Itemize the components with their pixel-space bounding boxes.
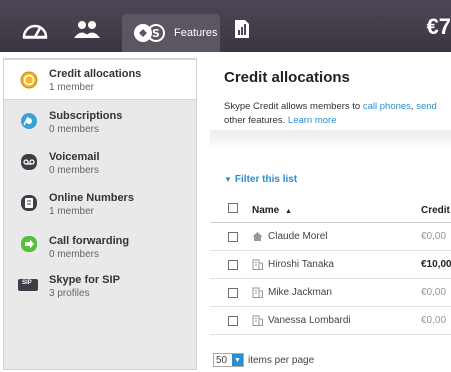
building-icon bbox=[252, 287, 263, 298]
row-checkbox[interactable] bbox=[228, 316, 238, 326]
filter-toggle[interactable]: ▼ Filter this list bbox=[224, 174, 297, 185]
row-checkbox[interactable] bbox=[228, 260, 238, 270]
subscriptions-icon bbox=[21, 112, 37, 129]
member-credit: €0,00 bbox=[421, 315, 447, 326]
sidebar-item-subtitle: 1 member bbox=[49, 82, 95, 93]
dashboard-nav-button[interactable] bbox=[20, 12, 50, 46]
member-credit: €0,00 bbox=[421, 231, 447, 242]
credit-column-header[interactable]: Credit bbox=[421, 205, 450, 216]
reports-icon bbox=[235, 20, 249, 38]
sort-ascending-icon: ▲ bbox=[285, 208, 292, 215]
page-title: Credit allocations bbox=[224, 69, 350, 86]
sidebar-item-subtitle: 1 member bbox=[49, 206, 95, 217]
table-row[interactable]: Hiroshi Tanaka €10,00 bbox=[210, 251, 451, 279]
sidebar-item-call-forwarding[interactable]: Call forwarding 0 members bbox=[4, 223, 196, 264]
building-icon bbox=[252, 259, 263, 270]
table-header-row: Name ▲ Credit bbox=[210, 197, 451, 223]
sidebar-item-subtitle: 0 members bbox=[49, 249, 100, 260]
building-icon bbox=[252, 315, 263, 326]
description-text-line2: other features. bbox=[224, 115, 288, 126]
home-icon bbox=[252, 232, 263, 241]
people-icon bbox=[74, 21, 100, 38]
sidebar-item-title: Subscriptions bbox=[49, 110, 123, 122]
features-nav-tab[interactable]: S Features bbox=[122, 14, 220, 52]
sidebar-item-title: Credit allocations bbox=[49, 68, 142, 80]
member-credit: €0,00 bbox=[421, 287, 447, 298]
learn-more-link[interactable]: Learn more bbox=[288, 115, 337, 126]
voicemail-icon bbox=[21, 153, 37, 170]
description-text: Skype Credit allows members to bbox=[224, 101, 363, 112]
description-divider bbox=[210, 130, 451, 150]
items-per-page-select[interactable]: 50 ▼ bbox=[213, 353, 244, 367]
sidebar-item-subscriptions[interactable]: Subscriptions 0 members bbox=[4, 100, 196, 141]
sidebar-item-subtitle: 0 members bbox=[49, 165, 100, 176]
member-name: Hiroshi Tanaka bbox=[268, 259, 334, 270]
reports-nav-button[interactable] bbox=[230, 12, 254, 46]
items-per-page-label: items per page bbox=[248, 354, 315, 366]
table-row[interactable]: Vanessa Lombardi €0,00 bbox=[210, 307, 451, 335]
member-name: Claude Morel bbox=[268, 231, 328, 242]
sidebar-item-voicemail[interactable]: Voicemail 0 members bbox=[4, 141, 196, 182]
select-all-checkbox[interactable] bbox=[228, 203, 238, 213]
sidebar-item-subtitle: 3 profiles bbox=[49, 288, 90, 299]
top-navigation-bar: S Features €7 bbox=[0, 0, 451, 52]
chevron-down-icon: ▼ bbox=[232, 354, 243, 366]
items-per-page-value: 50 bbox=[216, 354, 228, 366]
row-checkbox[interactable] bbox=[228, 232, 238, 242]
sidebar-item-subtitle: 0 members bbox=[49, 124, 100, 135]
sidebar-item-title: Skype for SIP bbox=[49, 274, 120, 286]
call-phones-link[interactable]: call phones bbox=[363, 101, 411, 112]
row-checkbox[interactable] bbox=[228, 288, 238, 298]
sidebar-item-title: Online Numbers bbox=[49, 192, 134, 204]
table-row[interactable]: Claude Morel €0,00 bbox=[210, 223, 451, 251]
sidebar-item-credit-allocations[interactable]: Credit allocations 1 member bbox=[4, 59, 196, 100]
online-numbers-icon bbox=[21, 194, 37, 211]
filter-label: Filter this list bbox=[234, 174, 298, 185]
features-icon: S bbox=[134, 24, 165, 42]
send-link[interactable]: send bbox=[416, 101, 437, 112]
member-credit: €10,00 bbox=[421, 259, 451, 270]
member-name: Mike Jackman bbox=[268, 287, 332, 298]
member-name: Vanessa Lombardi bbox=[268, 315, 351, 326]
credit-icon bbox=[20, 71, 38, 88]
credit-balance: €7 bbox=[426, 14, 451, 39]
features-sidebar: Credit allocations 1 member Subscription… bbox=[3, 58, 197, 370]
dashboard-icon bbox=[22, 24, 48, 39]
name-column-label: Name bbox=[252, 205, 280, 216]
members-nav-button[interactable] bbox=[70, 12, 104, 46]
items-per-page-control: 50 ▼ items per page bbox=[213, 353, 314, 367]
chevron-down-icon: ▼ bbox=[224, 175, 232, 184]
svg-text:S: S bbox=[152, 27, 160, 40]
sidebar-item-title: Call forwarding bbox=[49, 235, 130, 247]
sidebar-item-skype-for-sip[interactable]: SIP Skype for SIP 3 profiles bbox=[4, 264, 196, 305]
sidebar-item-title: Voicemail bbox=[49, 151, 100, 163]
table-row[interactable]: Mike Jackman €0,00 bbox=[210, 279, 451, 307]
sidebar-item-online-numbers[interactable]: Online Numbers 1 member bbox=[4, 182, 196, 223]
name-column-header[interactable]: Name ▲ bbox=[252, 205, 292, 216]
sip-badge-label: SIP bbox=[22, 280, 32, 286]
call-forwarding-icon bbox=[21, 235, 37, 252]
features-label: Features bbox=[174, 27, 218, 39]
page-description: Skype Credit allows members to call phon… bbox=[224, 100, 451, 128]
